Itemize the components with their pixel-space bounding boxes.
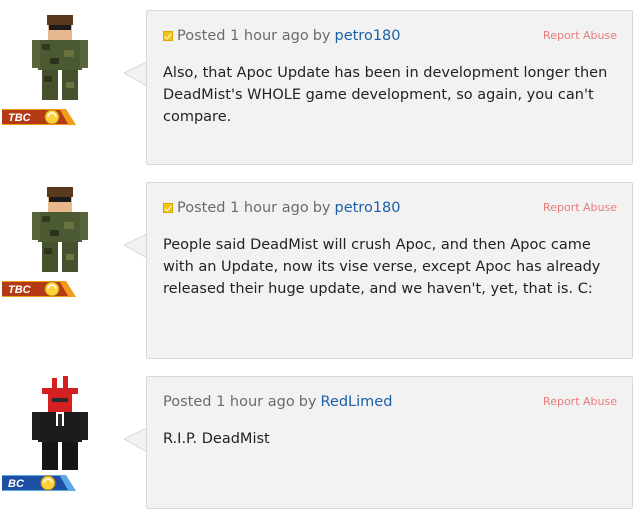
badge-label: BC xyxy=(8,478,24,490)
forum-post: TBC Posted 1 hour ago by petro180 Report… xyxy=(0,182,641,359)
post-body: People said DeadMist will crush Apoc, an… xyxy=(163,237,601,297)
avatar[interactable] xyxy=(20,182,100,282)
avatar[interactable] xyxy=(20,10,100,110)
post-meta: Posted 1 hour ago by RedLimed xyxy=(163,394,392,410)
speech-arrow-icon xyxy=(124,62,148,86)
post-bubble: Posted 1 hour ago by RedLimed Report Abu… xyxy=(146,376,633,509)
author-link[interactable]: petro180 xyxy=(335,200,401,216)
post-meta: Posted 1 hour ago by petro180 xyxy=(163,200,401,216)
posted-time: Posted 1 hour ago xyxy=(177,28,309,44)
post-body: Also, that Apoc Update has been in devel… xyxy=(163,65,608,125)
forum-post: BC Posted 1 hour ago by RedLimed Report … xyxy=(0,376,641,509)
posted-time: Posted 1 hour ago xyxy=(163,394,295,410)
forum-post: TBC Posted 1 hour ago by petro180 Report… xyxy=(0,10,641,165)
speech-arrow-icon xyxy=(124,234,148,258)
checkmark-icon xyxy=(163,203,173,213)
author-link[interactable]: RedLimed xyxy=(321,394,393,410)
forum-thread: TBC Posted 1 hour ago by petro180 Report… xyxy=(0,0,641,518)
by-label: by xyxy=(312,200,331,216)
by-label: by xyxy=(298,394,317,410)
post-body: R.I.P. DeadMist xyxy=(163,431,270,447)
author-column: BC xyxy=(0,376,88,496)
report-abuse-link[interactable]: Report Abuse xyxy=(543,29,617,42)
post-bubble: Posted 1 hour ago by petro180 Report Abu… xyxy=(146,182,633,359)
by-label: by xyxy=(312,28,331,44)
avatar[interactable] xyxy=(20,376,100,476)
checkmark-icon xyxy=(163,31,173,41)
author-link[interactable]: petro180 xyxy=(335,28,401,44)
author-column: TBC xyxy=(0,10,88,130)
post-meta: Posted 1 hour ago by petro180 xyxy=(163,28,401,44)
badge-label: TBC xyxy=(8,284,31,296)
badge-label: TBC xyxy=(8,112,31,124)
report-abuse-link[interactable]: Report Abuse xyxy=(543,201,617,214)
speech-arrow-icon xyxy=(124,428,148,452)
report-abuse-link[interactable]: Report Abuse xyxy=(543,395,617,408)
author-column: TBC xyxy=(0,182,88,302)
post-bubble: Posted 1 hour ago by petro180 Report Abu… xyxy=(146,10,633,165)
posted-time: Posted 1 hour ago xyxy=(177,200,309,216)
